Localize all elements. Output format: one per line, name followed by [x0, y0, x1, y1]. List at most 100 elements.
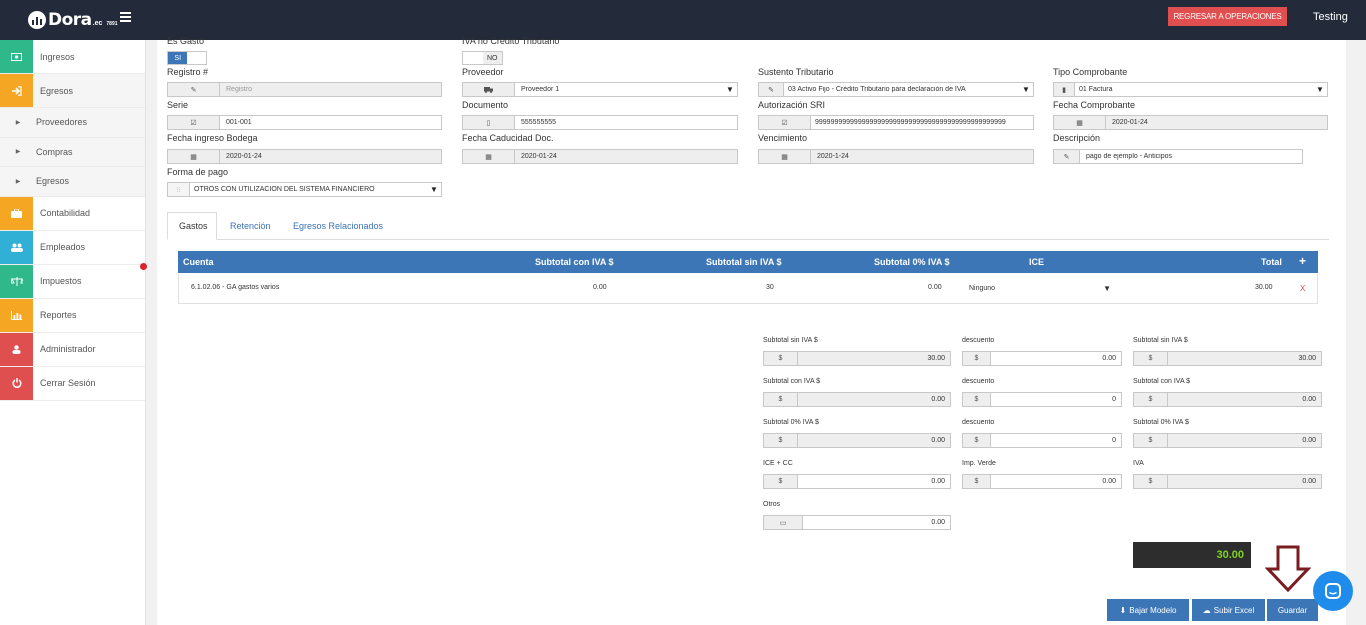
chat-widget-button[interactable] [1313, 571, 1353, 611]
document-icon: ▯ [463, 116, 515, 129]
notification-dot [140, 263, 147, 270]
brand-suffix: .ec [92, 19, 103, 27]
users-icon [0, 230, 33, 264]
ice-cc-value: 0.00 [931, 478, 945, 485]
total-cero-iva-field: $ 0.00 [1133, 433, 1322, 448]
subtotal-cero-iva-field: $ 0.00 [763, 433, 951, 448]
descripcion-label: Descripción [1053, 133, 1101, 143]
proveedor-value: Proveedor 1 [521, 86, 560, 93]
sidebar-item-empleados[interactable]: Empleados [0, 230, 145, 265]
sidebar-item-reportes[interactable]: Reportes [0, 298, 145, 333]
otros-value: 0.00 [931, 519, 945, 526]
brand-logo[interactable]: Dora .ec 7891 [28, 9, 118, 31]
subtotal-con-iva-field: $ 0.00 [763, 392, 951, 407]
remove-row-button[interactable]: X [1300, 284, 1305, 293]
chart-logo-icon [28, 11, 46, 29]
sustento-select[interactable]: ✎ 03 Activo Fijo - Crédito Tributario pa… [758, 82, 1034, 97]
tipo-comprobante-select[interactable]: ▮ 01 Factura ▼ [1053, 82, 1328, 97]
total-con-iva-value: 0.00 [1168, 393, 1321, 406]
ice-cc-field[interactable]: $ 0.00 [763, 474, 951, 489]
total-sin-iva-field: $ 30.00 [1133, 351, 1322, 366]
sidebar-item-contabilidad[interactable]: Contabilidad [0, 196, 145, 231]
subir-excel-label: Subir Excel [1213, 605, 1255, 615]
sustento-label: Sustento Tributario [758, 67, 834, 77]
autorizacion-field[interactable]: ☑ 99999999999999999999999999999999999999… [758, 115, 1034, 130]
fecha-bodega-field[interactable]: ▦ 2020-01-24 [167, 149, 442, 164]
fecha-caducidad-label: Fecha Caducidad Doc. [462, 133, 554, 143]
currency-addon: $ [1134, 434, 1168, 447]
subtotal-cero-iva-value: 0.00 [798, 434, 950, 447]
descuento-con-iva-value: 0 [1112, 396, 1116, 403]
subtotal-sin-iva-label: Subtotal sin IVA $ [763, 337, 818, 344]
main-content: Es Gasto SI IVA no Crédito Tributario NO… [157, 36, 1346, 625]
fecha-comprobante-value: 2020-01-24 [1112, 119, 1148, 126]
ice-select[interactable]: Ninguno ▼ [969, 279, 1111, 298]
sidebar: Ingresos Egresos ▶ Proveedores ▶ Compras… [0, 40, 146, 625]
iva-no-credito-toggle[interactable]: NO [462, 51, 503, 65]
sidebar-item-label: Impuestos [40, 276, 82, 286]
sidebar-item-egresos[interactable]: Egresos [0, 74, 145, 108]
download-file-icon: ⬇ [1119, 605, 1127, 615]
tab-retencion[interactable]: Retención [219, 212, 282, 240]
col-cuenta: Cuenta [183, 257, 214, 267]
proveedor-select[interactable]: Proveedor 1 ▼ [462, 82, 738, 97]
sidebar-subitem-compras[interactable]: ▶ Compras [0, 137, 145, 167]
currency-addon: $ [764, 393, 798, 406]
total-sin-iva-value: 30.00 [1168, 352, 1321, 365]
vencimiento-field[interactable]: ▦ 2020-1-24 [758, 149, 1034, 164]
registro-placeholder: Registro [226, 86, 253, 93]
total-cero-iva-value: 0.00 [1168, 434, 1321, 447]
user-name[interactable]: Testing [1313, 11, 1348, 23]
sidebar-item-cerrar-sesion[interactable]: Cerrar Sesión [0, 366, 145, 401]
currency-addon: $ [963, 352, 991, 365]
imp-verde-field[interactable]: $ 0.00 [962, 474, 1122, 489]
fecha-caducidad-field[interactable]: ▦ 2020-01-24 [462, 149, 738, 164]
chevron-down-icon: ▼ [1316, 85, 1324, 94]
documento-label: Documento [462, 100, 509, 110]
sidebar-subitem-proveedores[interactable]: ▶ Proveedores [0, 108, 145, 138]
power-icon [0, 366, 33, 400]
tab-gastos[interactable]: Gastos [167, 212, 217, 240]
descuento-cero-iva-field[interactable]: $ 0 [962, 433, 1122, 448]
sidebar-item-impuestos[interactable]: Impuestos [0, 264, 145, 299]
otros-field[interactable]: ▭ 0.00 [763, 515, 951, 530]
currency-addon: $ [1134, 393, 1168, 406]
descuento-con-iva-field[interactable]: $ 0 [962, 392, 1122, 407]
tabs-bar: Gastos Retención Egresos Relacionados [167, 212, 1329, 240]
documento-field[interactable]: ▯ 555555555 [462, 115, 738, 130]
back-to-operations-button[interactable]: REGRESAR A OPERACIONES [1168, 7, 1287, 26]
currency-addon: $ [764, 475, 798, 488]
iva-value: 0.00 [1168, 475, 1321, 488]
es-gasto-toggle[interactable]: SI [167, 51, 207, 65]
subir-excel-button[interactable]: ☁ Subir Excel [1192, 599, 1265, 621]
sidebar-subitem-label: Proveedores [36, 117, 88, 128]
guardar-button[interactable]: Guardar [1267, 599, 1318, 621]
col-subtotal-sin-iva: Subtotal sin IVA $ [706, 257, 782, 267]
bajar-modelo-button[interactable]: ⬇ Bajar Modelo [1107, 599, 1189, 621]
calendar-icon: ▦ [168, 150, 220, 163]
descuento-label: descuento [962, 337, 995, 344]
cell-cero-iva: 0.00 [928, 284, 942, 291]
serie-field[interactable]: ☑ 001-001 [167, 115, 442, 130]
es-gasto-label: Es Gasto [167, 36, 205, 46]
registro-field[interactable]: ✎ Registro [167, 82, 442, 97]
sidebar-item-administrador[interactable]: Administrador [0, 332, 145, 367]
edit-icon: ✎ [759, 83, 784, 96]
chevron-down-icon: ▼ [430, 185, 438, 194]
tab-egresos-relacionados[interactable]: Egresos Relacionados [282, 212, 394, 240]
sidebar-item-label: Reportes [40, 310, 77, 320]
sidebar-subitem-egresos[interactable]: ▶ Egresos [0, 167, 145, 197]
down-arrow-icon [1265, 545, 1311, 592]
sidebar-item-ingresos[interactable]: Ingresos [0, 40, 145, 74]
file-icon: ▮ [1054, 83, 1075, 96]
vencimiento-value: 2020-1-24 [817, 153, 849, 160]
autorizacion-value: 9999999999999999999999999999999999999999… [815, 119, 1006, 126]
add-row-button[interactable]: + [1299, 254, 1306, 268]
bajar-modelo-label: Bajar Modelo [1129, 605, 1177, 615]
menu-toggle-icon[interactable] [120, 12, 131, 22]
descripcion-field[interactable]: ✎ pago de ejemplo - Anticipos [1053, 149, 1303, 164]
fecha-comprobante-field[interactable]: ▦ 2020-01-24 [1053, 115, 1328, 130]
calendar-icon: ▦ [1054, 116, 1106, 129]
descuento-sin-iva-field[interactable]: $ 0.00 [962, 351, 1122, 366]
forma-pago-select[interactable]: ⁝⁝ OTROS CON UTILIZACION DEL SISTEMA FIN… [167, 182, 442, 197]
